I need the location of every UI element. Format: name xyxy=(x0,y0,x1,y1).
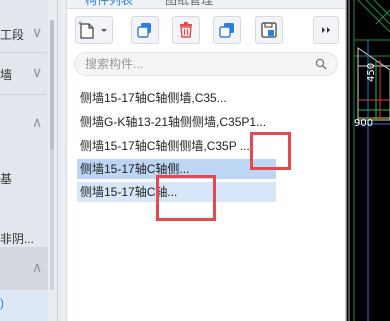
new-component-button[interactable]: * xyxy=(75,16,113,44)
highlight-box xyxy=(250,132,291,170)
delete-button[interactable] xyxy=(172,16,200,44)
chevron-down-icon[interactable]: ∨ xyxy=(32,64,42,80)
dimension-label: 450 xyxy=(366,63,377,82)
save-layer-button[interactable] xyxy=(255,16,283,44)
copy-layer-button[interactable] xyxy=(213,16,241,44)
sidebar-item-label: ) xyxy=(0,296,4,310)
tab-bar: 构件列表 图纸管理 xyxy=(67,0,345,9)
save-icon xyxy=(261,22,277,38)
list-item[interactable]: 侧墙G-K轴13-21轴侧侧墙,C35P1... xyxy=(77,112,266,132)
cad-drawing: 450 900 xyxy=(346,0,390,321)
new-file-icon: * xyxy=(78,20,107,39)
list-item[interactable]: 侧墙15-17轴C轴侧墙,C35... xyxy=(77,88,227,108)
sidebar-group-header[interactable]: ∧ xyxy=(0,104,48,144)
divider xyxy=(0,52,46,53)
trash-icon xyxy=(180,22,192,38)
list-item[interactable]: 侧墙15-17轴C轴侧侧墙,C35P ... xyxy=(77,136,250,156)
sidebar-scrollbar-thumb[interactable] xyxy=(50,20,54,150)
component-panel: 构件列表 图纸管理 * 搜索构件... 侧墙15-17轴C轴侧墙,C35... … xyxy=(67,0,346,321)
toolbar: * xyxy=(67,16,345,46)
drawing-canvas[interactable]: 450 900 xyxy=(346,0,390,321)
divider xyxy=(57,0,58,321)
search-icon[interactable] xyxy=(315,58,327,70)
copy-icon xyxy=(137,23,151,38)
sidebar-item-wall[interactable]: 墙 ∨ xyxy=(0,54,48,94)
sidebar-item-selected[interactable]: ) xyxy=(0,290,48,321)
svg-text:*: * xyxy=(78,20,82,29)
search-input[interactable] xyxy=(85,55,305,73)
chevron-up-icon[interactable]: ∧ xyxy=(32,259,42,275)
tab-drawing-management[interactable]: 图纸管理 xyxy=(165,0,213,8)
sidebar-item-label: 墙 xyxy=(0,68,13,82)
sidebar-item-label: 工段 xyxy=(0,28,25,42)
copy-button[interactable] xyxy=(131,16,159,44)
search-box xyxy=(74,52,338,76)
tab-component-list[interactable]: 构件列表 xyxy=(85,0,133,8)
sidebar-item-section[interactable]: 工段 ∨ xyxy=(0,14,48,54)
sidebar-item-label: 基 xyxy=(0,172,13,186)
collapse-button[interactable] xyxy=(313,16,339,44)
chevron-down-icon[interactable]: ∨ xyxy=(32,24,42,40)
divider xyxy=(0,94,46,95)
layers-copy-icon xyxy=(219,23,234,38)
sidebar-group-header[interactable]: ∧ xyxy=(0,247,48,290)
highlight-box xyxy=(156,175,216,221)
sidebar-item-label: 非阴... xyxy=(0,232,35,246)
left-sidebar: 工段 ∨ 墙 ∨ ∧ 基 非阴... ∧ ) xyxy=(0,0,48,321)
chevron-up-icon[interactable]: ∧ xyxy=(32,114,42,130)
dimension-label: 900 xyxy=(354,118,373,129)
double-chevron-right-icon xyxy=(322,27,330,33)
sidebar-item-base[interactable]: 基 xyxy=(0,158,48,198)
